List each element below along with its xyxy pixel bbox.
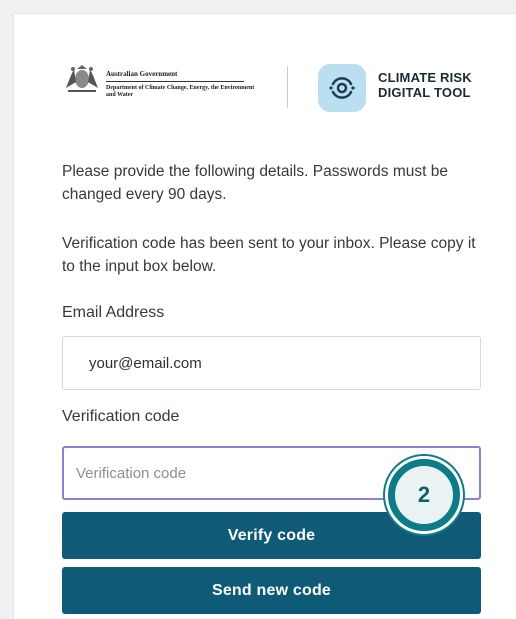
gov-title: Australian Government (106, 70, 244, 82)
app-name: CLIMATE RISK DIGITAL TOOL (378, 70, 472, 100)
send-new-code-button[interactable]: Send new code (62, 567, 481, 614)
step-number: 2 (391, 462, 457, 528)
app-name-line2: DIGITAL TOOL (378, 85, 471, 100)
page: Australian Government Department of Clim… (0, 0, 516, 619)
email-label: Email Address (62, 304, 165, 321)
verification-code-label: Verification code (62, 408, 180, 425)
email-field[interactable]: your@email.com (62, 336, 481, 390)
government-wordmark: Australian Government Department of Clim… (106, 70, 266, 99)
climate-risk-icon (318, 64, 366, 112)
brand-header: Australian Government Department of Clim… (50, 50, 490, 120)
verification-notice: Verification code has been sent to your … (62, 235, 476, 275)
step-callout-badge: 2 (385, 456, 463, 534)
gov-department: Department of Climate Change, Energy, th… (106, 85, 255, 98)
intro-text: Please provide the following details. Pa… (62, 163, 448, 203)
email-value: your@email.com (89, 354, 202, 372)
app-name-line1: CLIMATE RISK (378, 70, 472, 85)
coat-of-arms-icon (64, 64, 100, 94)
header-divider (287, 66, 288, 108)
verification-code-placeholder: Verification code (76, 464, 187, 482)
